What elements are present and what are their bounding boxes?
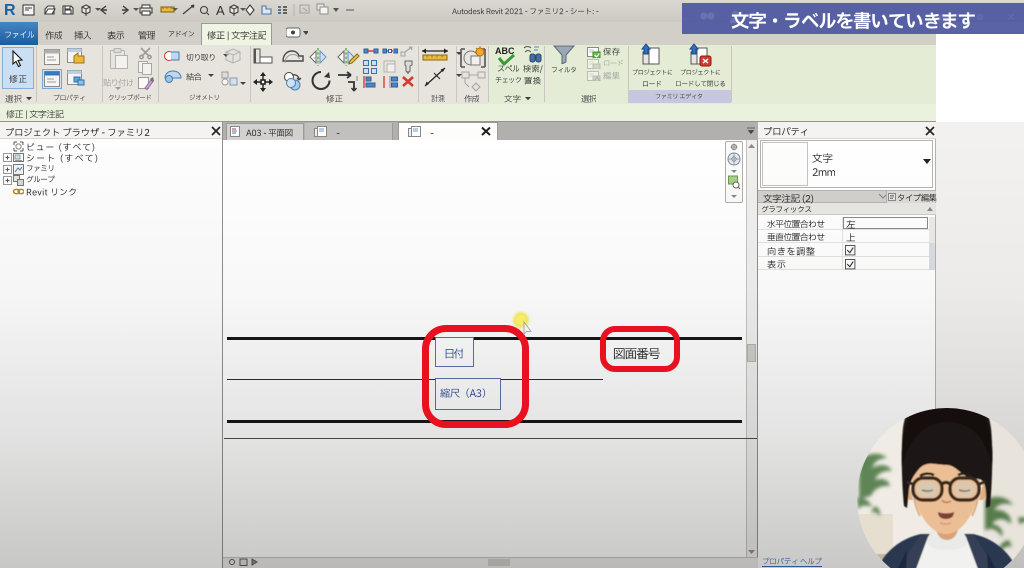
svg-text:R: R bbox=[4, 2, 16, 19]
svg-text:A: A bbox=[216, 3, 225, 18]
svg-text:ABC: ABC bbox=[495, 46, 515, 56]
